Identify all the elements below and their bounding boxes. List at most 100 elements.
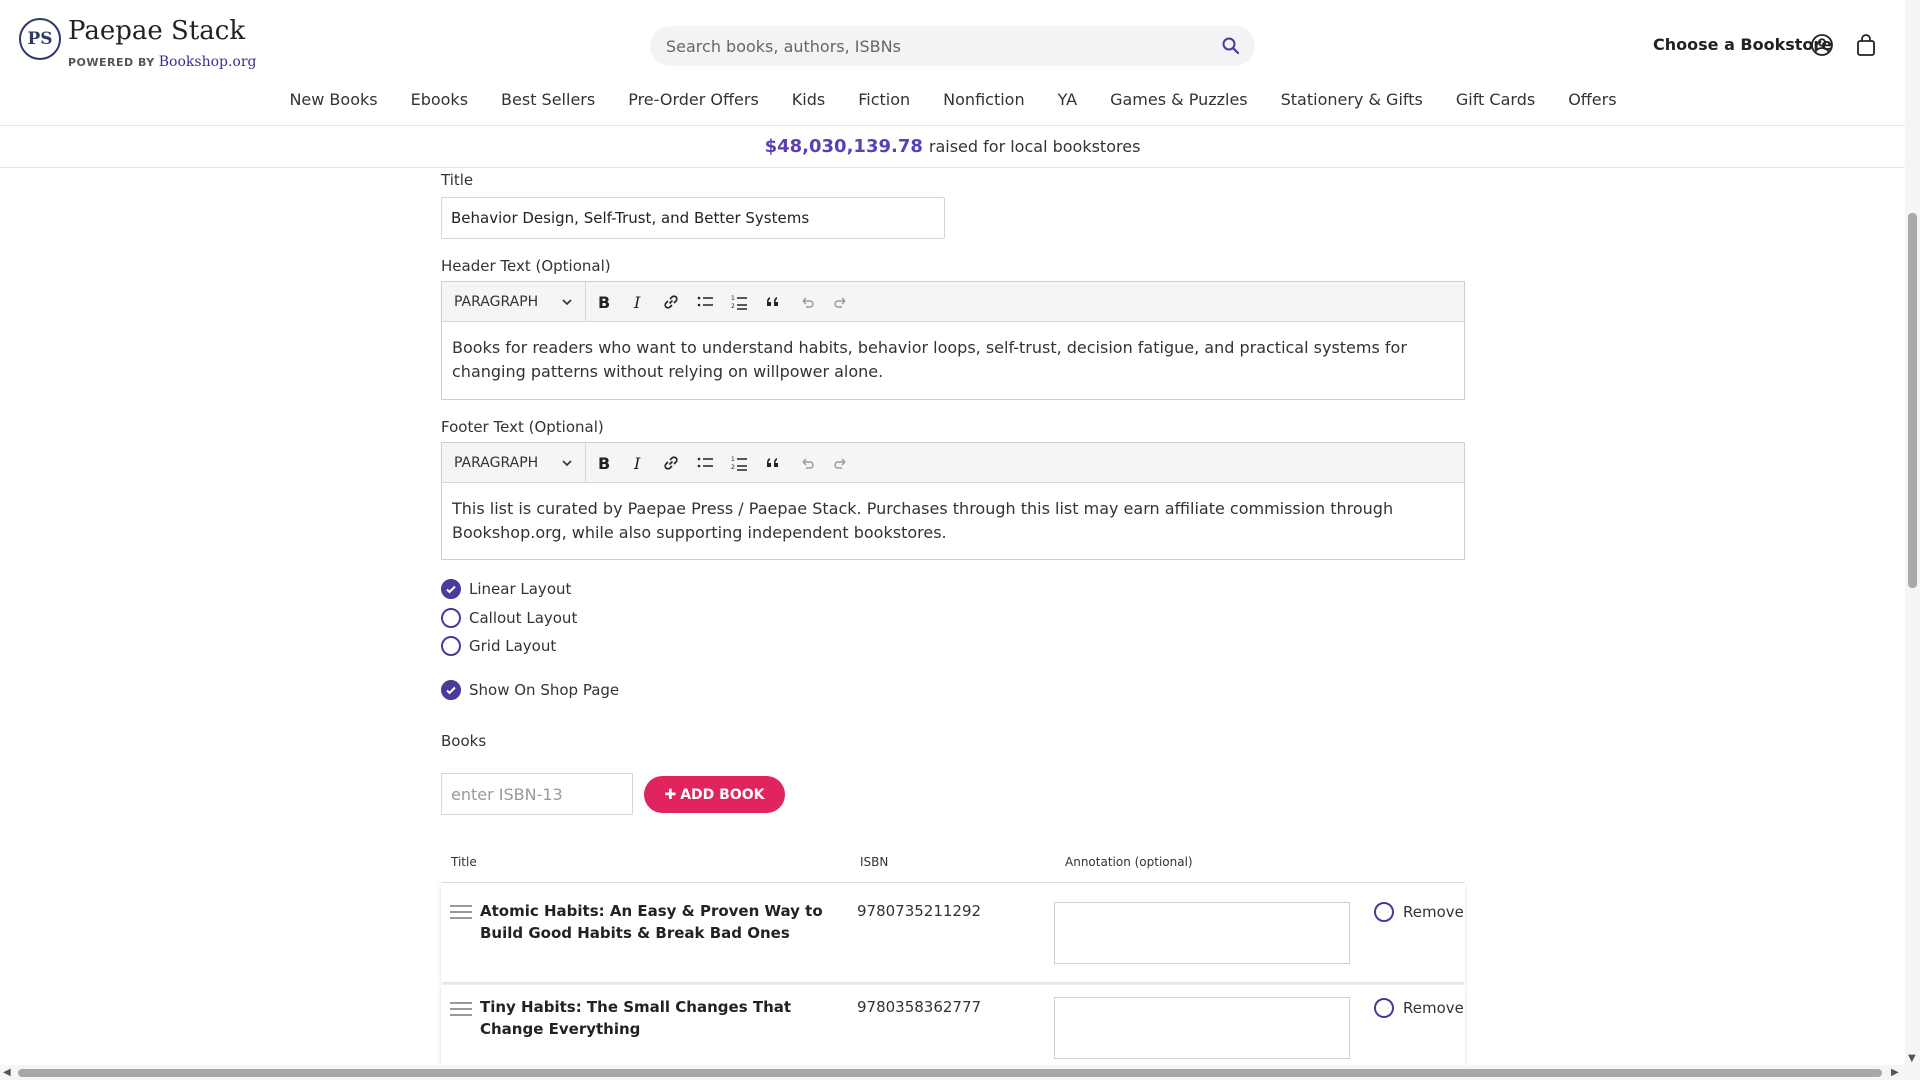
annotation-input[interactable] xyxy=(1054,902,1350,964)
nav-pre-order-offers[interactable]: Pre-Order Offers xyxy=(627,90,759,109)
raised-amount: $48,030,139.78 xyxy=(764,136,923,157)
italic-icon: I xyxy=(633,454,641,472)
link-button[interactable] xyxy=(654,443,688,483)
footer-text-label: Footer Text (Optional) xyxy=(441,418,604,436)
chevron-down-icon xyxy=(562,298,572,305)
bullet-list-button[interactable] xyxy=(688,443,722,483)
numbered-list-button[interactable]: 12 xyxy=(722,443,756,483)
main-nav: New Books Ebooks Best Sellers Pre-Order … xyxy=(0,90,1905,109)
search-input[interactable] xyxy=(650,35,1190,57)
column-header-annotation: Annotation (optional) xyxy=(1065,855,1193,869)
undo-button[interactable] xyxy=(790,282,824,322)
title-input[interactable]: Behavior Design, Self-Trust, and Better … xyxy=(441,197,945,239)
numbered-list-button[interactable]: 12 xyxy=(722,282,756,322)
bullet-list-icon xyxy=(697,457,713,467)
book-isbn: 9780358362777 xyxy=(857,998,982,1016)
site-header: PS Paepae Stack POWERED BYBookshop.org C… xyxy=(0,0,1905,126)
link-icon xyxy=(664,294,678,309)
isbn-input[interactable] xyxy=(441,773,633,815)
italic-button[interactable]: I xyxy=(620,443,654,483)
redo-button[interactable] xyxy=(824,443,858,483)
layout-label: Grid Layout xyxy=(469,637,557,655)
radio-icon[interactable] xyxy=(441,608,461,628)
numbered-list-icon: 12 xyxy=(731,295,747,310)
redo-icon xyxy=(834,458,846,469)
radio-icon[interactable] xyxy=(1374,902,1394,922)
redo-icon xyxy=(834,297,846,308)
nav-new-books[interactable]: New Books xyxy=(288,90,377,109)
header-text-content[interactable]: Books for readers who want to understand… xyxy=(442,322,1464,398)
nav-ya[interactable]: YA xyxy=(1057,90,1077,109)
svg-text:1: 1 xyxy=(731,456,735,463)
scroll-right-arrow-icon[interactable]: ▶ xyxy=(1891,1067,1899,1078)
show-on-shop-checkbox[interactable]: Show On Shop Page xyxy=(441,680,619,700)
table-row: Tiny Habits: The Small Changes That Chan… xyxy=(441,985,1465,1065)
annotation-input[interactable] xyxy=(1054,997,1350,1059)
header-text-editor: PARAGRAPH B I 12 Books for readers who w… xyxy=(441,281,1465,400)
svg-text:B: B xyxy=(598,293,610,311)
choose-bookstore-link[interactable]: Choose a Bookstore xyxy=(1653,35,1832,54)
paragraph-dropdown[interactable]: PARAGRAPH xyxy=(442,281,586,322)
remove-button[interactable]: Remove xyxy=(1374,902,1464,922)
bullet-list-button[interactable] xyxy=(688,282,722,322)
nav-stationery-gifts[interactable]: Stationery & Gifts xyxy=(1280,90,1423,109)
title-label: Title xyxy=(441,171,474,189)
book-title: Atomic Habits: An Easy & Proven Way to B… xyxy=(480,902,823,942)
footer-text-content[interactable]: This list is curated by Paepae Press / P… xyxy=(442,483,1464,559)
powered-by: POWERED BY Bookshop.org xyxy=(68,54,257,70)
nav-games-puzzles[interactable]: Games & Puzzles xyxy=(1109,90,1248,109)
raised-text: raised for local bookstores xyxy=(928,137,1141,156)
footer-text-editor: PARAGRAPH B I 12 This list is curated by… xyxy=(441,442,1465,560)
quote-icon xyxy=(767,457,778,467)
nav-ebooks[interactable]: Ebooks xyxy=(410,90,468,109)
user-account-icon[interactable] xyxy=(1810,33,1834,57)
brand-name[interactable]: Paepae Stack xyxy=(68,16,245,46)
bookshop-link[interactable]: Bookshop.org xyxy=(159,54,257,70)
column-header-isbn: ISBN xyxy=(860,855,889,869)
nav-gift-cards[interactable]: Gift Cards xyxy=(1455,90,1535,109)
remove-button[interactable]: Remove xyxy=(1374,998,1464,1018)
scroll-down-arrow-icon[interactable]: ▼ xyxy=(1908,1053,1916,1064)
checkbox-checked-icon[interactable] xyxy=(441,680,461,700)
radio-icon[interactable] xyxy=(441,636,461,656)
drag-handle-icon[interactable] xyxy=(450,1002,472,1018)
redo-button[interactable] xyxy=(824,282,858,322)
bold-button[interactable]: B xyxy=(586,282,620,322)
nav-nonfiction[interactable]: Nonfiction xyxy=(942,90,1024,109)
blockquote-button[interactable] xyxy=(756,282,790,322)
paragraph-dropdown[interactable]: PARAGRAPH xyxy=(442,442,586,483)
vertical-scrollbar-thumb[interactable] xyxy=(1908,213,1917,588)
nav-offers[interactable]: Offers xyxy=(1567,90,1616,109)
bold-button[interactable]: B xyxy=(586,443,620,483)
link-button[interactable] xyxy=(654,282,688,322)
bold-icon: B xyxy=(598,454,610,472)
link-icon xyxy=(664,455,678,470)
svg-text:B: B xyxy=(598,454,610,472)
horizontal-scrollbar-thumb[interactable] xyxy=(18,1069,1882,1077)
layout-option-grid[interactable]: Grid Layout xyxy=(441,636,556,656)
radio-checked-icon[interactable] xyxy=(441,579,461,599)
layout-option-linear[interactable]: Linear Layout xyxy=(441,579,571,599)
nav-fiction[interactable]: Fiction xyxy=(857,90,910,109)
header-text-label: Header Text (Optional) xyxy=(441,257,611,275)
book-isbn: 9780735211292 xyxy=(857,902,982,920)
nav-kids[interactable]: Kids xyxy=(791,90,825,109)
add-book-button[interactable]: ✚ ADD BOOK xyxy=(644,776,785,813)
scroll-left-arrow-icon[interactable]: ◀ xyxy=(3,1067,11,1078)
svg-text:2: 2 xyxy=(731,464,735,471)
show-on-shop-label: Show On Shop Page xyxy=(469,681,620,699)
undo-button[interactable] xyxy=(790,443,824,483)
undo-icon xyxy=(802,297,814,308)
bullet-list-icon xyxy=(697,296,713,306)
search-icon[interactable] xyxy=(1221,36,1241,56)
blockquote-button[interactable] xyxy=(756,443,790,483)
drag-handle-icon[interactable] xyxy=(450,905,472,921)
logo-icon[interactable]: PS xyxy=(19,18,61,60)
shopping-bag-icon[interactable] xyxy=(1855,33,1877,57)
search-bar xyxy=(650,26,1255,66)
nav-best-sellers[interactable]: Best Sellers xyxy=(500,90,595,109)
radio-icon[interactable] xyxy=(1374,998,1394,1018)
layout-option-callout[interactable]: Callout Layout xyxy=(441,608,577,628)
italic-button[interactable]: I xyxy=(620,282,654,322)
column-header-title: Title xyxy=(451,855,477,869)
